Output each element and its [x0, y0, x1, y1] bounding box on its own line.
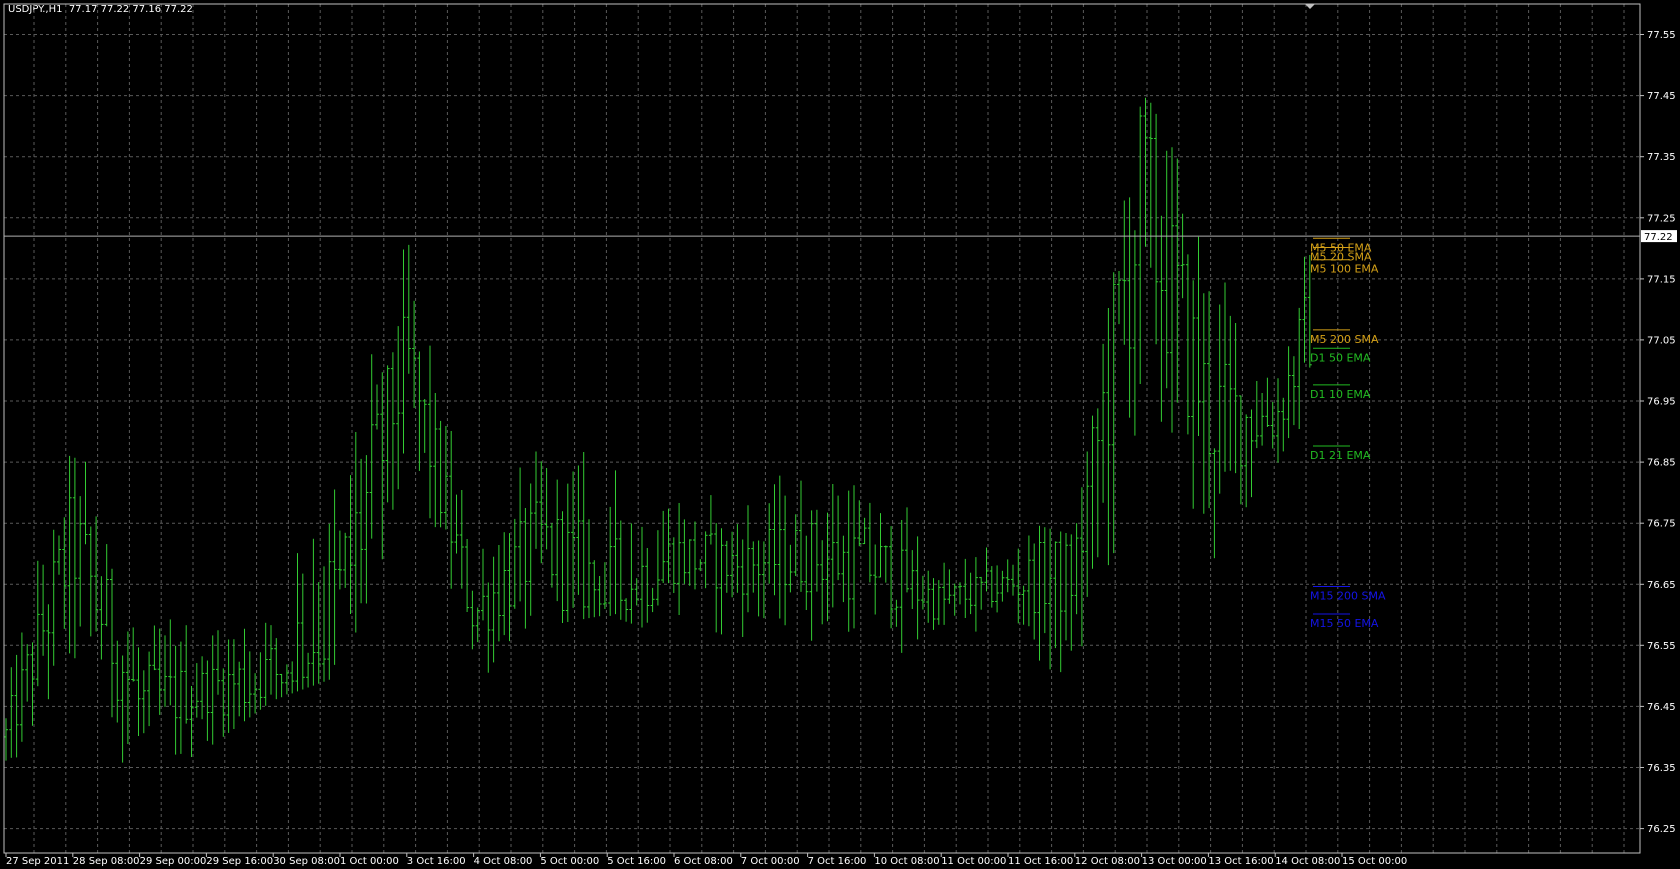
indicator-labels: M5 50 EMAM5 20 SMAM5 100 EMAM5 200 SMAD1… [1310, 237, 1386, 630]
price-tick-label: 76.65 [1647, 580, 1676, 591]
time-tick-label: 7 Oct 16:00 [808, 856, 867, 867]
indicator-label: D1 10 EMA [1310, 388, 1371, 401]
price-tick-label: 76.55 [1647, 641, 1676, 652]
price-tick-label: 76.35 [1647, 763, 1676, 774]
price-tick-label: 77.45 [1647, 91, 1676, 102]
price-tick-label: 76.85 [1647, 458, 1676, 469]
price-tick-label: 77.55 [1647, 30, 1676, 41]
time-tick-label: 15 Oct 00:00 [1342, 856, 1407, 867]
indicator-label: D1 50 EMA [1310, 351, 1371, 364]
time-tick-label: 5 Oct 16:00 [607, 856, 666, 867]
time-tick-label: 30 Sep 08:00 [273, 856, 340, 867]
indicator-label: M15 50 EMA [1310, 617, 1379, 630]
indicator-label: M5 200 SMA [1310, 333, 1379, 346]
time-tick-label: 27 Sep 2011 [6, 856, 69, 867]
price-tick-label: 76.45 [1647, 702, 1676, 713]
price-tick-label: 77.05 [1647, 335, 1676, 346]
price-tick-label: 77.35 [1647, 152, 1676, 163]
time-tick-label: 13 Oct 16:00 [1208, 856, 1273, 867]
time-tick-label: 10 Oct 08:00 [874, 856, 939, 867]
price-tick-label: 76.25 [1647, 824, 1676, 835]
time-tick-label: 14 Oct 08:00 [1275, 856, 1340, 867]
time-tick-label: 11 Oct 16:00 [1008, 856, 1073, 867]
price-tick-label: 77.25 [1647, 213, 1676, 224]
indicator-label: D1 21 EMA [1310, 449, 1371, 462]
chart-frame [3, 3, 1641, 854]
time-tick-label: 13 Oct 00:00 [1142, 856, 1207, 867]
time-tick-label: 29 Sep 00:00 [140, 856, 207, 867]
grid-lines [4, 4, 1640, 853]
indicator-label: M5 100 EMA [1310, 263, 1379, 276]
price-tick-label: 76.95 [1647, 397, 1676, 408]
time-tick-label: 4 Oct 08:00 [474, 856, 533, 867]
time-tick-label: 12 Oct 08:00 [1075, 856, 1140, 867]
time-tick-label: 29 Sep 16:00 [206, 856, 273, 867]
time-tick-label: 28 Sep 08:00 [73, 856, 140, 867]
axes: 77.55 77.45 77.35 77.25 77.15 77.05 76.95 76.85… [3, 3, 1677, 867]
time-tick-label: 6 Oct 08:00 [674, 856, 733, 867]
price-chart[interactable]: 77.55 77.45 77.35 77.25 77.15 77.05 76.95 76.85… [0, 0, 1680, 869]
time-tick-label: 7 Oct 00:00 [741, 856, 800, 867]
time-tick-label: 5 Oct 00:00 [540, 856, 599, 867]
price-tick-label: 76.75 [1647, 519, 1676, 530]
time-tick-label: 1 Oct 00:00 [340, 856, 399, 867]
time-tick-label: 11 Oct 00:00 [941, 856, 1006, 867]
time-tick-label: 3 Oct 16:00 [407, 856, 466, 867]
indicator-label: M5 20 SMA [1310, 251, 1372, 264]
indicator-label: M15 200 SMA [1310, 590, 1386, 603]
current-price-label: 77.22 [1644, 232, 1673, 243]
price-tick-label: 77.15 [1647, 274, 1676, 285]
